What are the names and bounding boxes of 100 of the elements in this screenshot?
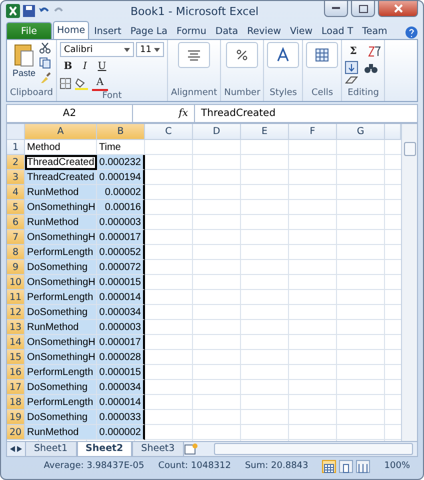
sum-readout: Sum: 20.8843 xyxy=(244,461,308,471)
format-button[interactable]: U xyxy=(94,59,110,74)
sheet-tab[interactable]: Sheet1 xyxy=(25,442,77,456)
font-color-button[interactable]: A xyxy=(92,76,108,91)
page-icon xyxy=(341,464,352,472)
row-header[interactable]: 11 xyxy=(7,290,25,305)
table-cell: PerformLength xyxy=(25,290,97,305)
table-cell: 0.000014 xyxy=(97,395,145,410)
page-layout-button[interactable] xyxy=(339,460,354,472)
normal-view-button[interactable] xyxy=(322,460,336,472)
name-box[interactable]: A2 xyxy=(7,105,133,122)
horizontal-scrollbar[interactable] xyxy=(214,443,413,455)
next-sheet-icon[interactable] xyxy=(17,446,22,452)
table-cell: 0.000015 xyxy=(97,275,145,290)
scroll-thumb[interactable] xyxy=(404,142,416,156)
styles-button[interactable] xyxy=(267,42,300,68)
format-button[interactable]: B xyxy=(60,59,76,74)
ribbon-tab[interactable]: Insert xyxy=(90,22,126,39)
column-header[interactable]: A xyxy=(25,124,97,140)
row-header[interactable]: 1 xyxy=(7,140,25,155)
eraser-icon[interactable] xyxy=(345,76,358,86)
row-header[interactable]: 16 xyxy=(7,365,25,380)
row-header[interactable]: 17 xyxy=(7,380,25,395)
table-cell: Time xyxy=(97,140,145,155)
table-cell: 0.000034 xyxy=(97,305,145,320)
row-header[interactable]: 4 xyxy=(7,185,25,200)
ribbon-tab[interactable]: Data xyxy=(211,22,242,39)
ribbon-tab[interactable]: View xyxy=(286,22,317,39)
column-header[interactable]: F xyxy=(289,124,337,140)
maximize-button[interactable] xyxy=(351,0,375,17)
font-size-field[interactable]: 11 xyxy=(136,42,164,57)
minimize-button[interactable] xyxy=(324,0,348,17)
row-header[interactable]: 15 xyxy=(7,350,25,365)
autosum-button[interactable]: Σ xyxy=(345,44,362,59)
copy-icon[interactable] xyxy=(38,57,50,69)
cells-button[interactable] xyxy=(306,42,338,68)
alignment-button[interactable] xyxy=(178,42,210,68)
scissors-icon[interactable] xyxy=(38,42,50,54)
letter-a-icon xyxy=(275,47,292,63)
window-title: Book1 - Microsoft Excel xyxy=(129,4,260,18)
table-cell: 0.000194 xyxy=(97,170,145,185)
borders-icon[interactable] xyxy=(60,78,71,89)
dropdown-caret-icon[interactable] xyxy=(124,48,130,52)
table-cell: 0.000028 xyxy=(97,350,145,365)
row-header[interactable]: 13 xyxy=(7,320,25,335)
dropdown-caret-icon[interactable] xyxy=(154,48,160,52)
paste-button[interactable]: Paste xyxy=(12,42,36,78)
previous-sheet-icon[interactable] xyxy=(10,446,15,452)
vertical-scrollbar[interactable] xyxy=(401,124,417,441)
column-header[interactable]: E xyxy=(241,124,289,140)
page-break-button[interactable] xyxy=(356,460,370,472)
row-header[interactable]: 10 xyxy=(7,275,25,290)
ribbon-tab[interactable]: Formu xyxy=(172,22,210,39)
table-cell: DoSomething xyxy=(25,260,97,275)
row-header[interactable]: 18 xyxy=(7,395,25,410)
fill-color-icon[interactable] xyxy=(75,77,88,90)
file-tab[interactable]: File xyxy=(6,22,52,39)
binoculars-icon[interactable] xyxy=(364,61,378,74)
zoom-level[interactable]: 100% xyxy=(384,461,410,471)
save-icon[interactable] xyxy=(23,5,35,17)
sheet-tab[interactable]: Sheet2 xyxy=(76,442,132,456)
row-header[interactable]: 14 xyxy=(7,335,25,350)
row-header[interactable]: 5 xyxy=(7,200,25,215)
format-button[interactable]: I xyxy=(77,59,93,74)
ribbon-tab[interactable]: Home xyxy=(53,21,90,39)
column-header[interactable]: G xyxy=(337,124,385,140)
brush-icon[interactable] xyxy=(38,72,50,84)
group-label: Clipboard xyxy=(10,88,53,100)
row-header[interactable]: 20 xyxy=(7,425,25,440)
ribbon-tab[interactable]: Team xyxy=(358,22,392,39)
row-header[interactable]: 2 xyxy=(7,155,25,170)
row-header[interactable]: 7 xyxy=(7,230,25,245)
column-header[interactable]: D xyxy=(193,124,241,140)
ribbon-tab[interactable]: Review xyxy=(243,22,285,39)
row-header[interactable]: 6 xyxy=(7,215,25,230)
column-header[interactable]: C xyxy=(145,124,193,140)
row-header[interactable]: 8 xyxy=(7,245,25,260)
row-header[interactable]: 12 xyxy=(7,305,25,320)
percent-button[interactable] xyxy=(226,42,258,68)
sheet-tab[interactable]: Sheet3 xyxy=(132,442,184,456)
font-name-field[interactable]: Calibri xyxy=(60,42,134,57)
table-cell: OnSomethingH xyxy=(25,275,97,290)
ribbon-tab[interactable]: Page La xyxy=(126,22,172,39)
formula-field[interactable]: ThreadCreated xyxy=(195,108,417,119)
help-icon[interactable] xyxy=(405,26,418,39)
column-header[interactable]: B xyxy=(97,124,145,140)
row-header[interactable]: 9 xyxy=(7,260,25,275)
new-sheet-icon[interactable] xyxy=(184,443,198,455)
ribbon-tab[interactable]: Load T xyxy=(318,22,358,39)
excel-logo-icon[interactable] xyxy=(6,4,20,18)
row-header[interactable]: 3 xyxy=(7,170,25,185)
table-cell: DoSomething xyxy=(25,410,97,425)
insert-function-button[interactable]: fx xyxy=(133,105,195,122)
table-cell: RunMethod xyxy=(25,425,97,440)
fill-down-icon[interactable] xyxy=(345,61,358,74)
table-cell: 0.000232 xyxy=(97,155,145,170)
row-header[interactable]: 19 xyxy=(7,410,25,425)
table-cell: 0.000033 xyxy=(97,410,145,425)
close-button[interactable] xyxy=(378,0,418,17)
grid-icon xyxy=(324,464,334,472)
